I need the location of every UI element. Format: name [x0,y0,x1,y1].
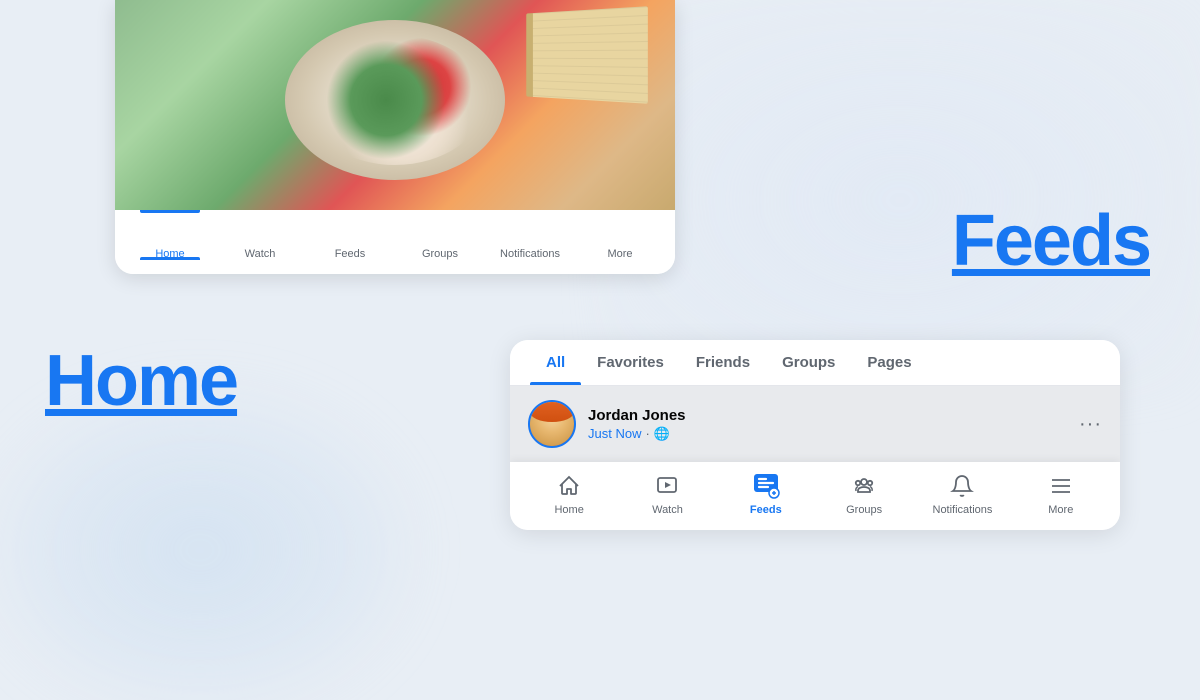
top-nav-watch-label: Watch [245,248,276,260]
feeds-nav-home-label: Home [554,504,583,516]
top-nav-home[interactable]: Home [140,222,200,260]
top-nav-groups[interactable]: Groups [410,222,470,260]
feeds-home-icon [555,472,583,500]
post-user-name: Jordan Jones [588,407,1067,424]
tab-pages[interactable]: Pages [851,340,927,385]
feeds-nav-home[interactable]: Home [539,472,599,516]
feeds-nav-bar: Home Watch [510,462,1120,530]
feeds-more-icon [1047,472,1075,500]
tab-all[interactable]: All [530,340,581,385]
top-nav-groups-label: Groups [422,248,458,260]
feeds-nav-watch[interactable]: Watch [637,472,697,516]
post-time: Just Now [588,426,641,441]
post-info: Jordan Jones Just Now · 🌐 [588,407,1067,442]
avatar [528,400,576,448]
top-nav-watch[interactable]: Watch [230,222,290,260]
feeds-nav-notifications-label: Notifications [933,504,993,516]
post-more-button[interactable]: ··· [1079,413,1102,436]
feeds-nav-more-label: More [1048,504,1073,516]
top-nav-notifications[interactable]: Notifications [500,222,560,260]
feeds-nav-groups[interactable]: Groups [834,472,894,516]
feeds-nav-groups-label: Groups [846,504,882,516]
feeds-nav-feeds-label: Feeds [750,504,782,516]
feeds-nav-feeds[interactable]: Feeds [736,472,796,516]
post-item: Jordan Jones Just Now · 🌐 ··· [510,386,1120,462]
top-nav-notifications-label: Notifications [500,248,560,260]
book-decoration [531,6,648,104]
post-meta: Just Now · 🌐 [588,426,1067,442]
home-large-label: Home [45,340,237,422]
top-nav-more-label: More [607,248,632,260]
post-separator: · [645,426,649,441]
top-nav-feeds[interactable]: Feeds [320,222,380,260]
top-nav-more[interactable]: More [590,222,650,260]
feeds-groups-icon [850,472,878,500]
bg-decoration-1 [0,400,400,700]
tab-friends[interactable]: Friends [680,340,766,385]
feeds-card: All Favorites Friends Groups Pages Jorda… [510,340,1120,530]
feeds-nav-notifications[interactable]: Notifications [932,472,992,516]
feeds-notifications-icon [948,472,976,500]
feeds-feeds-icon [752,472,780,500]
globe-icon: 🌐 [654,426,670,442]
top-nav-feeds-label: Feeds [335,248,366,260]
feeds-nav-more[interactable]: More [1031,472,1091,516]
tab-groups[interactable]: Groups [766,340,851,385]
tab-favorites[interactable]: Favorites [581,340,680,385]
food-image [115,0,675,210]
feeds-tabs: All Favorites Friends Groups Pages [510,340,1120,386]
top-phone-card: Home Watch [115,0,675,274]
feeds-watch-icon [653,472,681,500]
top-nav-bar: Home Watch [115,210,675,274]
feeds-nav-watch-label: Watch [652,504,683,516]
feeds-large-label: Feeds [952,200,1150,282]
